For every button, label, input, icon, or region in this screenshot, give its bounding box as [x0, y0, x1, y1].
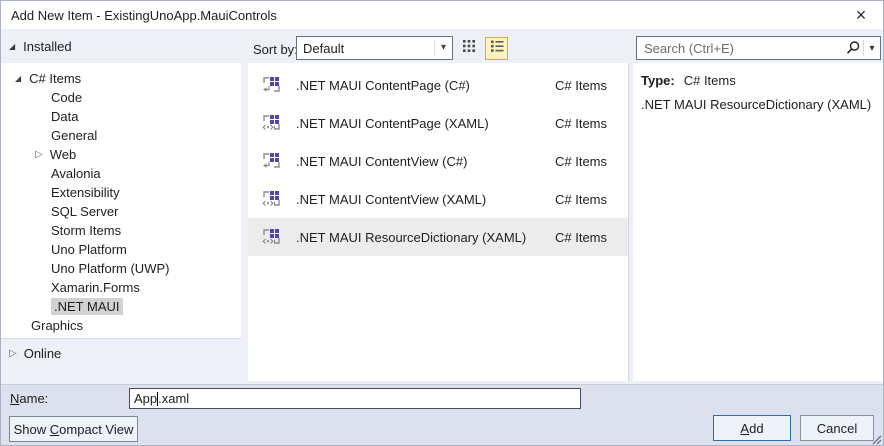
template-type: C# Items — [554, 229, 607, 245]
dialog-footer: Name: App .xaml Show Compact View Add Ca… — [1, 384, 883, 445]
tree-item-label: Storm Items — [51, 223, 122, 238]
tree-item-label: SQL Server — [51, 204, 119, 219]
tree-item-label: Avalonia — [51, 166, 101, 181]
csharp-item-icon — [261, 75, 281, 95]
tree-item-label: Xamarin.Forms — [51, 280, 140, 295]
title-bar: Add New Item - ExistingUnoApp.MauiContro… — [1, 1, 883, 29]
template-row-contentview-csharp[interactable]: .NET MAUI ContentView (C#) C# Items — [248, 142, 628, 180]
template-details-panel: Type: C# Items .NET MAUI ResourceDictiona… — [633, 63, 883, 381]
template-type: C# Items — [554, 115, 607, 131]
tree-item-label: Code — [51, 90, 83, 105]
template-type: C# Items — [554, 77, 607, 93]
add-new-item-dialog: Add New Item - ExistingUnoApp.MauiContro… — [0, 0, 884, 446]
tree-item-code[interactable]: Code — [1, 88, 241, 107]
close-icon[interactable]: × — [849, 3, 873, 27]
template-description: .NET MAUI ResourceDictionary (XAML) — [641, 97, 872, 112]
online-group-header[interactable]: ▷ Online — [9, 346, 61, 361]
name-label-rest: ame: — [19, 391, 49, 406]
sort-by-dropdown[interactable]: Default ▾ — [296, 36, 453, 60]
tree-item-label: Extensibility — [51, 185, 120, 200]
collapse-arrow-icon: ▷ — [9, 348, 17, 359]
online-label: Online — [23, 346, 62, 361]
cancel-button[interactable]: Cancel — [800, 415, 874, 441]
name-label-mnemonic: N — [10, 391, 20, 406]
xaml-item-icon — [261, 189, 281, 209]
collapse-arrow-icon[interactable]: ▷ — [35, 149, 43, 160]
chevron-down-icon: ▾ — [433, 40, 452, 56]
xaml-item-icon — [261, 227, 281, 247]
add-button[interactable]: Add — [713, 415, 791, 441]
resize-grip-icon[interactable] — [870, 432, 882, 445]
tree-item-label: Data — [51, 109, 79, 124]
template-name: .NET MAUI ContentPage (C#) — [296, 77, 470, 93]
template-name: .NET MAUI ContentView (XAML) — [296, 191, 487, 207]
tree-item-label: Graphics — [31, 318, 84, 333]
template-name: .NET MAUI ContentView (C#) — [296, 153, 468, 169]
tree-item-label: C# Items — [29, 71, 82, 86]
tree-item-storm-items[interactable]: Storm Items — [1, 221, 241, 240]
tree-item-graphics[interactable]: Graphics — [1, 316, 241, 335]
tree-item-uno-platform[interactable]: Uno Platform — [1, 240, 241, 259]
search-options-chevron-icon[interactable]: ▾ — [864, 43, 880, 54]
tree-item-label: General — [51, 128, 98, 143]
template-row-resourcedictionary-xaml-selected[interactable]: .NET MAUI ResourceDictionary (XAML) C# I… — [248, 218, 628, 256]
dialog-title: Add New Item - ExistingUnoApp.MauiContro… — [11, 8, 277, 23]
sort-by-label: Sort by: — [253, 42, 298, 57]
tree-item-web[interactable]: ▷ Web — [1, 145, 241, 164]
template-row-contentpage-xaml[interactable]: .NET MAUI ContentPage (XAML) C# Items — [248, 104, 628, 142]
expand-arrow-icon[interactable]: ◢ — [15, 74, 21, 83]
template-name: .NET MAUI ResourceDictionary (XAML) — [296, 229, 527, 245]
name-value-before-caret: App — [134, 391, 158, 406]
name-value-after-caret: .xaml — [158, 391, 190, 406]
expand-arrow-icon: ◢ — [9, 42, 16, 51]
search-icon[interactable] — [843, 40, 863, 56]
category-tree: ◢ C# Items Code Data General ▷ Web Avalo… — [1, 63, 241, 339]
tree-item-data[interactable]: Data — [1, 107, 241, 126]
list-view-icon — [489, 38, 505, 59]
name-label: Name: — [10, 391, 48, 406]
installed-label: Installed — [23, 39, 72, 54]
sort-by-value: Default — [303, 40, 345, 56]
template-type: C# Items — [554, 191, 607, 207]
template-type: C# Items — [554, 153, 607, 169]
tree-item-general[interactable]: General — [1, 126, 241, 145]
small-icons-view-button[interactable] — [457, 37, 480, 60]
template-list: .NET MAUI ContentPage (C#) C# Items .NET… — [248, 63, 629, 381]
type-label: Type: — [641, 73, 675, 88]
grid-view-icon — [461, 38, 477, 59]
tree-item-label: Web — [49, 147, 77, 162]
tree-item-uno-platform-uwp[interactable]: Uno Platform (UWP) — [1, 259, 241, 278]
installed-group-header[interactable]: ◢ Installed — [9, 39, 72, 54]
list-view-button[interactable] — [485, 37, 508, 60]
template-row-contentview-xaml[interactable]: .NET MAUI ContentView (XAML) C# Items — [248, 180, 628, 218]
tree-item-dotnet-maui[interactable]: .NET MAUI — [1, 297, 241, 316]
search-box: ▾ — [636, 36, 881, 60]
tree-item-label-selected: .NET MAUI — [51, 298, 123, 315]
search-input[interactable] — [637, 40, 843, 56]
tree-item-avalonia[interactable]: Avalonia — [1, 164, 241, 183]
tree-item-label: Uno Platform (UWP) — [51, 261, 170, 276]
show-compact-view-label: Show Compact View — [13, 421, 134, 437]
type-value: C# Items — [683, 73, 736, 88]
add-button-label: Add — [740, 420, 764, 436]
template-name: .NET MAUI ContentPage (XAML) — [296, 115, 489, 131]
tree-item-sql-server[interactable]: SQL Server — [1, 202, 241, 221]
tree-item-label: Uno Platform — [51, 242, 127, 257]
show-compact-view-button[interactable]: Show Compact View — [9, 416, 138, 442]
name-input[interactable]: App .xaml — [129, 388, 581, 409]
tree-item-extensibility[interactable]: Extensibility — [1, 183, 241, 202]
xaml-item-icon — [261, 113, 281, 133]
tree-item-xamarin-forms[interactable]: Xamarin.Forms — [1, 278, 241, 297]
template-row-contentpage-csharp[interactable]: .NET MAUI ContentPage (C#) C# Items — [248, 66, 628, 104]
template-type-row: Type: C# Items — [641, 73, 877, 88]
csharp-item-icon — [261, 151, 281, 171]
tree-item-csharp-items[interactable]: ◢ C# Items — [1, 69, 241, 88]
cancel-button-label: Cancel — [816, 420, 858, 436]
